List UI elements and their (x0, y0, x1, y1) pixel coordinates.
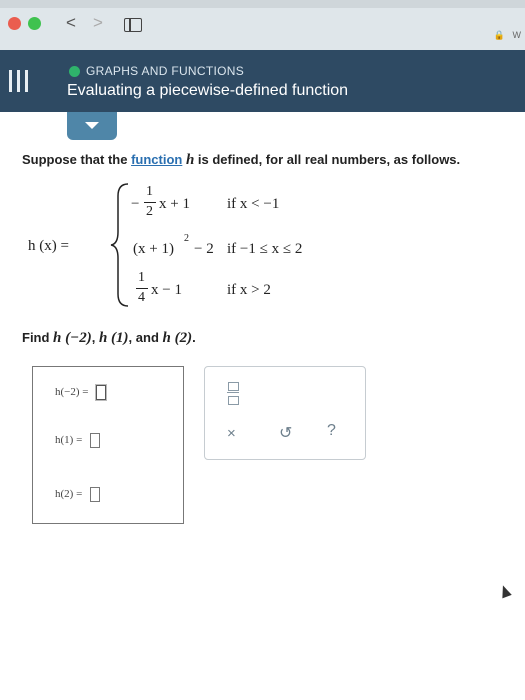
case3-fraction-bar (136, 288, 148, 289)
collapse-toggle-button[interactable] (67, 112, 117, 140)
find-separator-1: , (91, 330, 99, 345)
find-item-2: h (1) (98, 330, 129, 346)
zoom-window-button[interactable] (28, 17, 41, 30)
case3-numerator: 1 (138, 270, 145, 285)
case2-constant: − 2 (194, 241, 214, 257)
mouse-cursor-icon (498, 583, 512, 599)
find-prefix: Find (22, 330, 54, 345)
clear-icon[interactable]: × (227, 425, 236, 442)
answer-panel: h(−2) = h(1) = h(2) = (32, 366, 184, 524)
fraction-template-icon[interactable] (227, 381, 239, 405)
lock-icon: 🔒 (493, 30, 505, 40)
menu-strip (0, 0, 525, 8)
answer-row-h-1: h(1) = (55, 433, 101, 448)
case2-exponent: 2 (184, 233, 189, 244)
answer-input-h-neg2[interactable] (96, 385, 107, 400)
answer-input-h-1[interactable] (90, 433, 101, 448)
case1-numerator: 1 (146, 184, 153, 199)
math-toolbox: × ↺ ? (204, 366, 366, 460)
find-suffix: . (192, 330, 196, 345)
problem-prefix: Suppose that the (22, 152, 132, 167)
case2-expression: (x + 1) (133, 241, 174, 257)
problem-statement: Suppose that the function h is defined, … (22, 152, 460, 169)
definition-lhs: h (x) = (28, 238, 69, 254)
find-item-3: h (2) (162, 330, 193, 346)
answer-label-h-1: h(1) = (55, 434, 83, 447)
close-window-button[interactable] (8, 17, 21, 30)
forward-button[interactable]: > (93, 13, 103, 33)
sidebar-toggle-icon[interactable] (124, 18, 142, 32)
back-button[interactable]: < (66, 13, 76, 33)
find-instruction: Find h (−2), h (1), and h (2). (22, 330, 196, 347)
browser-toolbar: < > 🔒 W (0, 0, 525, 50)
answer-row-h-2: h(2) = (55, 487, 101, 502)
right-edge-text: W (512, 30, 522, 40)
problem-suffix: is defined, for all real numbers, as fol… (194, 152, 461, 167)
case3-condition: if x > 2 (227, 282, 271, 298)
app-header (0, 50, 525, 112)
topic-label: GRAPHS AND FUNCTIONS (86, 64, 245, 78)
case2-condition: if −1 ≤ x ≤ 2 (227, 241, 303, 257)
undo-icon[interactable]: ↺ (279, 423, 292, 443)
case1-fraction-bar (144, 202, 156, 203)
help-icon[interactable]: ? (327, 422, 336, 440)
case1-denominator: 2 (146, 204, 153, 219)
function-link[interactable]: function (131, 152, 182, 167)
case1-condition: if x < −1 (227, 196, 280, 212)
answer-input-h-2[interactable] (90, 487, 101, 502)
topic-status-dot (69, 66, 80, 77)
find-item-1: h (−2) (53, 330, 92, 346)
case1-sign: − (131, 196, 140, 212)
answer-label-h-neg2: h(−2) = (55, 386, 89, 399)
hamburger-menu-icon[interactable] (9, 70, 29, 92)
case3-expression: x − 1 (151, 282, 182, 298)
page-title: Evaluating a piecewise-defined function (67, 82, 349, 99)
find-separator-2: , and (128, 330, 163, 345)
case1-expression: x + 1 (159, 196, 190, 212)
case3-denominator: 4 (138, 290, 145, 305)
answer-row-h-neg2: h(−2) = (55, 385, 107, 400)
answer-label-h-2: h(2) = (55, 488, 83, 501)
